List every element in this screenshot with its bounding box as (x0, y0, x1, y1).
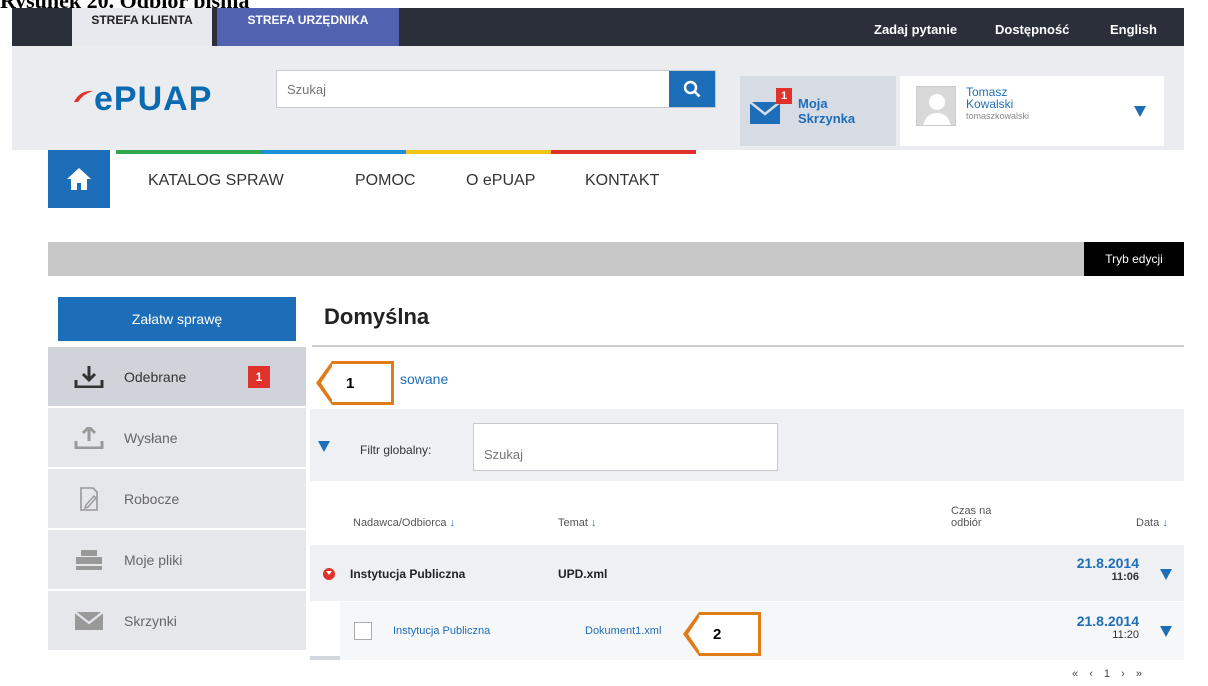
row-sender-link[interactable]: Instytucja Publiczna (393, 625, 490, 637)
child-row-body: Instytucja Publiczna Dokument1.xml 21.8.… (340, 602, 1184, 660)
sidebar-item-label: Moje pliki (124, 551, 183, 568)
pager-next[interactable]: › (1121, 668, 1125, 680)
home-icon (67, 168, 91, 190)
epuap-logo[interactable]: ePUAP (72, 80, 212, 119)
collapse-icon[interactable] (323, 568, 335, 580)
row-date: 21.8.2014 11:20 (1076, 613, 1139, 641)
column-header-subject[interactable]: Temat ↓ (558, 517, 597, 529)
sort-arrow-icon: ↓ (1162, 517, 1168, 529)
sidebar-item-sent[interactable]: Wysłane (48, 408, 306, 469)
sidebar-item-mailboxes[interactable]: Skrzynki (48, 591, 306, 652)
nav-service-catalog[interactable]: KATALOG SPRAW (148, 172, 284, 190)
draft-document-icon (74, 486, 104, 511)
inbox-envelope: 1 (750, 88, 792, 124)
pagination: « ‹ 1 › » (1072, 668, 1142, 680)
sort-arrow-icon: ↓ (591, 517, 597, 529)
sort-arrow-icon: ↓ (449, 517, 456, 529)
logo-text: ePUAP (94, 80, 213, 118)
pager-prev[interactable]: ‹ (1089, 668, 1093, 680)
filter-label: Filtr globalny: (360, 443, 432, 457)
my-inbox-button[interactable]: 1 Moja Skrzynka (740, 76, 896, 146)
row-sender: Instytucja Publiczna (350, 567, 466, 581)
user-silhouette-icon (923, 94, 951, 125)
strip-green (116, 150, 261, 154)
avatar (916, 86, 956, 126)
tab-official-zone[interactable]: STREFA URZĘDNIKA (217, 8, 399, 46)
row-document-link[interactable]: Dokument1.xml (585, 625, 661, 637)
search-box (276, 70, 716, 108)
sidebar: Odebrane 1 Wysłane Robocze Moje pliki Sk… (48, 347, 306, 652)
row-checkbox[interactable] (354, 622, 372, 640)
nav-contact[interactable]: KONTAKT (585, 172, 659, 190)
toolbar-strip (48, 242, 1184, 276)
table-row[interactable]: Instytucja Publiczna UPD.xml 21.8.2014 11… (310, 545, 1184, 601)
envelope-icon (74, 610, 104, 632)
printer-tray-icon (74, 549, 104, 571)
callout-2: 2 (683, 612, 761, 656)
received-count-badge: 1 (248, 365, 270, 388)
column-header-time[interactable]: Czas na odbiór (951, 505, 991, 529)
callout-1: 1 (316, 361, 394, 405)
user-dropdown-icon[interactable] (1134, 106, 1146, 117)
accessibility-link[interactable]: Dostępność (995, 22, 1069, 37)
filter-expand-icon[interactable] (318, 441, 330, 452)
language-link[interactable]: English (1110, 22, 1157, 37)
sidebar-item-label: Skrzynki (124, 612, 177, 629)
column-header-sender[interactable]: Nadawca/Odbiorca ↓ (353, 517, 455, 529)
envelope-icon (750, 102, 780, 124)
tab-client-zone[interactable]: STREFA KLIENTA (72, 8, 212, 46)
sidebar-item-label: Wysłane (124, 429, 178, 446)
folder-view-link[interactable]: sowane (400, 371, 448, 387)
pager-last[interactable]: » (1136, 668, 1142, 680)
search-input[interactable] (277, 71, 657, 107)
upload-tray-icon (74, 426, 104, 449)
user-login: tomaszkowalski (966, 111, 1030, 121)
home-button[interactable] (48, 150, 110, 208)
nav-color-strip (116, 150, 696, 154)
handle-matter-button[interactable]: Załatw sprawę (58, 297, 296, 341)
sidebar-item-label: Odebrane (124, 368, 187, 385)
nav-help[interactable]: POMOC (355, 172, 415, 190)
logo-swoosh-icon (74, 90, 93, 102)
sidebar-item-received[interactable]: Odebrane 1 (48, 347, 306, 408)
download-tray-icon (74, 365, 104, 388)
user-last-name: Kowalski (966, 97, 1014, 111)
ask-question-link[interactable]: Zadaj pytanie (874, 22, 957, 37)
edit-mode-button[interactable]: Tryb edycji (1084, 242, 1184, 276)
filter-row: Filtr globalny: (310, 409, 1184, 481)
nav-about[interactable]: O ePUAP (466, 172, 535, 190)
row-date: 21.8.2014 11:06 (1076, 555, 1139, 583)
search-button[interactable] (669, 71, 715, 107)
row-expand-icon[interactable] (1160, 626, 1172, 637)
search-icon (683, 80, 701, 98)
sidebar-item-label: Robocze (124, 490, 180, 507)
row-expand-icon[interactable] (1160, 569, 1172, 580)
title-divider (312, 345, 1184, 347)
page-title: Domyślna (324, 304, 430, 329)
strip-red (551, 150, 696, 154)
top-bar: STREFA KLIENTA STREFA URZĘDNIKA Zadaj py… (12, 8, 1184, 46)
pager-page[interactable]: 1 (1104, 668, 1110, 680)
strip-yellow (406, 150, 551, 154)
user-menu[interactable]: Tomasz Kowalski tomaszkowalski (900, 76, 1164, 146)
row-subject: UPD.xml (558, 567, 608, 581)
pager-first[interactable]: « (1072, 668, 1078, 680)
strip-blue (261, 150, 406, 154)
sidebar-item-my-files[interactable]: Moje pliki (48, 530, 306, 591)
sidebar-item-drafts[interactable]: Robocze (48, 469, 306, 530)
inbox-label: Moja Skrzynka (798, 96, 856, 126)
user-info: Tomasz Kowalski tomaszkowalski (966, 86, 1029, 146)
inbox-badge: 1 (776, 88, 792, 104)
global-filter-input[interactable] (473, 423, 778, 471)
column-header-date[interactable]: Data ↓ (1136, 517, 1168, 529)
